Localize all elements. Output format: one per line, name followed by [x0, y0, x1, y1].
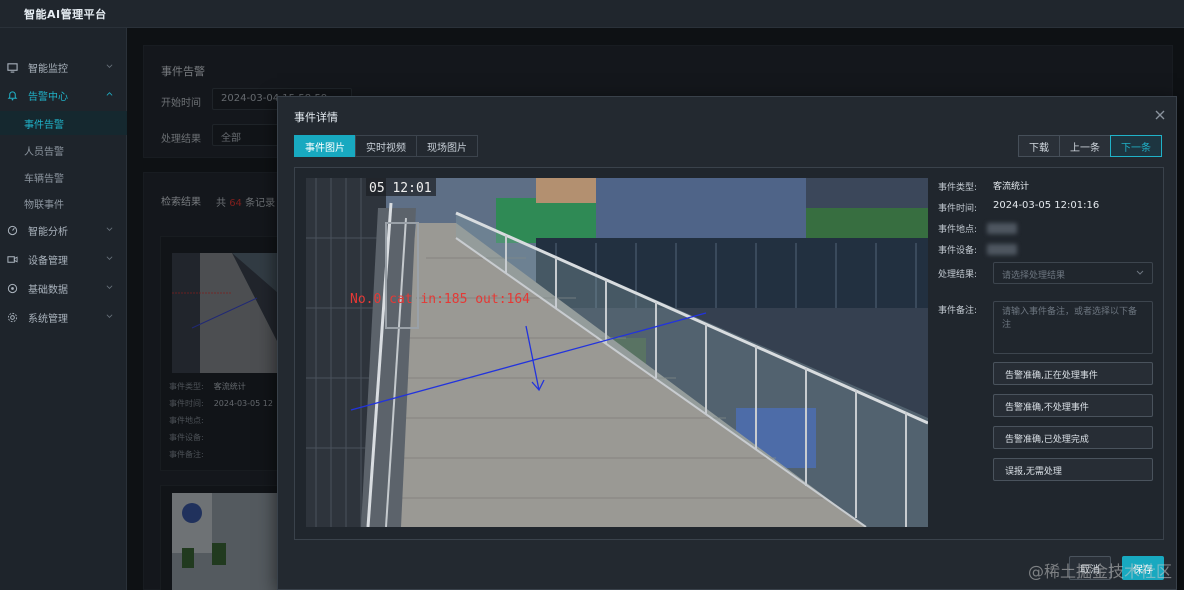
sidebar-item-label: 智能分析	[28, 226, 68, 238]
top-bar: 智能AI管理平台	[0, 0, 1184, 28]
detail-type-value: 客流统计	[993, 182, 1030, 192]
modal-title: 事件详情	[294, 111, 338, 124]
database-icon	[6, 282, 18, 294]
redacted-place	[987, 223, 1017, 234]
chevron-down-icon	[106, 285, 113, 289]
detail-result-label: 处理结果:	[938, 270, 978, 280]
chevron-down-icon	[106, 227, 113, 231]
sidebar-subitem-iot-event[interactable]: 物联事件	[0, 191, 127, 215]
chevron-down-icon	[106, 256, 113, 260]
tab-live-video[interactable]: 实时视频	[355, 135, 417, 157]
event-detail-modal: 事件详情 事件图片 实时视频 现场图片 下载 上一条 下一条 05 12:01 …	[277, 96, 1177, 590]
sidebar: 智能监控 告警中心 事件告警 人员告警 车辆告警 物联事件 智能分析 设备管理 …	[0, 28, 127, 590]
analysis-icon	[6, 224, 18, 236]
watermark: @稀土掘金技术社区	[1027, 562, 1172, 581]
sidebar-subitem-event-alarm[interactable]: 事件告警	[0, 111, 127, 135]
next-button[interactable]: 下一条	[1110, 135, 1162, 157]
event-image-scene: 05 12:01 No.0 cat in:185 out:164	[306, 178, 928, 527]
event-image: 05 12:01 No.0 cat in:185 out:164	[306, 178, 928, 527]
sidebar-item-system[interactable]: 系统管理	[0, 305, 127, 329]
chevron-up-icon	[106, 92, 113, 96]
sidebar-item-label: 智能监控	[28, 63, 68, 75]
app-title: 智能AI管理平台	[24, 8, 107, 21]
sidebar-item-label: 基础数据	[28, 284, 68, 296]
detail-type-label: 事件类型:	[938, 183, 978, 193]
sidebar-subitem-vehicle-alarm[interactable]: 车辆告警	[0, 165, 127, 189]
sidebar-item-monitor[interactable]: 智能监控	[0, 55, 127, 79]
redacted-device	[987, 244, 1017, 255]
image-timestamp: 05 12:01	[369, 181, 432, 196]
bell-icon	[6, 89, 18, 101]
chevron-down-icon	[1136, 270, 1144, 275]
detail-note-label: 事件备注:	[938, 306, 978, 316]
camera-icon	[6, 253, 18, 265]
monitor-icon	[6, 61, 18, 73]
quick-note-button[interactable]: 告警准确,不处理事件	[993, 394, 1153, 417]
event-content: 05 12:01 No.0 cat in:185 out:164 事件类型: 客…	[294, 167, 1164, 540]
image-count-text: No.0 cat in:185 out:164	[350, 292, 530, 307]
sidebar-item-analysis[interactable]: 智能分析	[0, 218, 127, 242]
sidebar-subitem-person-alarm[interactable]: 人员告警	[0, 138, 127, 162]
quick-note-button[interactable]: 误报,无需处理	[993, 458, 1153, 481]
detail-time-value: 2024-03-05 12:01:16	[993, 200, 1100, 211]
detail-time-label: 事件时间:	[938, 204, 978, 214]
sidebar-item-base-data[interactable]: 基础数据	[0, 276, 127, 300]
prev-button[interactable]: 上一条	[1059, 135, 1111, 157]
gear-icon	[6, 311, 18, 323]
tab-event-image[interactable]: 事件图片	[294, 135, 356, 157]
modal-tabs: 事件图片 实时视频 现场图片	[294, 135, 478, 157]
result-select-placeholder: 请选择处理结果	[1002, 271, 1066, 281]
quick-note-button[interactable]: 告警准确,正在处理事件	[993, 362, 1153, 385]
chevron-down-icon	[106, 64, 113, 68]
result-select[interactable]: 请选择处理结果	[993, 262, 1153, 284]
detail-place-label: 事件地点:	[938, 225, 978, 235]
sidebar-item-label: 设备管理	[28, 255, 68, 267]
download-button[interactable]: 下载	[1018, 135, 1060, 157]
quick-note-button[interactable]: 告警准确,已处理完成	[993, 426, 1153, 449]
sidebar-item-label: 系统管理	[28, 313, 68, 325]
modal-actions: 下载 上一条 下一条	[1018, 135, 1162, 157]
close-icon[interactable]	[1154, 109, 1166, 121]
sidebar-item-alarm-center[interactable]: 告警中心	[0, 83, 127, 107]
sidebar-item-device[interactable]: 设备管理	[0, 247, 127, 271]
detail-device-label: 事件设备:	[938, 246, 978, 256]
tab-scene-image[interactable]: 现场图片	[416, 135, 478, 157]
chevron-down-icon	[106, 314, 113, 318]
sidebar-item-label: 告警中心	[28, 91, 68, 103]
note-textarea[interactable]: 请输入事件备注，或者选择以下备注	[993, 301, 1153, 354]
